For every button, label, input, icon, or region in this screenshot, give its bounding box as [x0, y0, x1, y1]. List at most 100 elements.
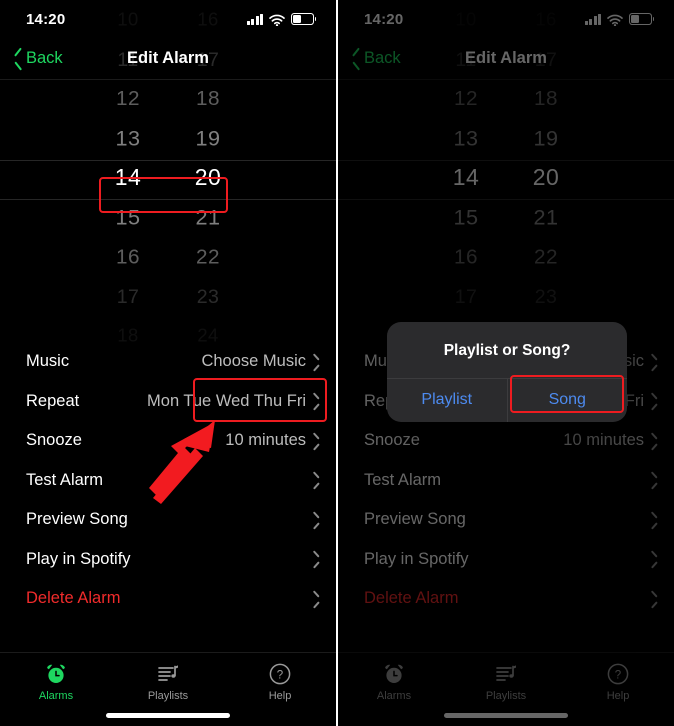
picker-item[interactable]: 16 — [430, 244, 502, 268]
list-row-preview-song[interactable]: Preview Song — [0, 500, 336, 540]
battery-icon — [291, 13, 317, 25]
minute-column[interactable]: 16 17 18 19 20 21 22 23 24 — [168, 9, 248, 346]
picker-item[interactable]: 18 — [510, 86, 582, 110]
list-row-music[interactable]: Music Choose Music — [0, 342, 336, 382]
dimmed-content-layer: 14:20 Back Edit Alarm 11 12 13 14 15 16 … — [338, 0, 674, 718]
picker-item[interactable]: 12 — [430, 86, 502, 110]
chevron-right-icon — [651, 592, 658, 605]
phone-screen-right: 14:20 Back Edit Alarm 11 12 13 14 15 16 … — [338, 0, 674, 726]
list-row-preview-song[interactable]: Preview Song — [338, 500, 674, 540]
list-row-delete-alarm[interactable]: Delete Alarm — [338, 579, 674, 619]
row-label: Play in Spotify — [364, 549, 469, 568]
alarm-clock-icon — [382, 662, 406, 686]
list-row-repeat[interactable]: Repeat Mon Tue Wed Thu Fri — [0, 382, 336, 422]
picker-item[interactable]: 23 — [512, 285, 580, 308]
picker-item[interactable]: 17 — [174, 48, 242, 71]
tab-help[interactable]: ? Help — [562, 662, 674, 702]
status-time: 14:20 — [364, 10, 404, 28]
picker-item[interactable]: 22 — [172, 244, 244, 268]
time-picker[interactable]: 101112131415161718 161718192021222324 — [338, 48, 674, 338]
playlist-or-song-dialog: Playlist or Song? Playlist Song — [387, 322, 627, 422]
playlist-button[interactable]: Playlist — [387, 379, 507, 422]
picker-item-selected[interactable]: 20 — [168, 164, 248, 191]
tab-alarms[interactable]: Alarms — [338, 662, 450, 702]
status-bar: 14:20 — [0, 0, 336, 38]
picker-item[interactable]: 10 — [434, 9, 498, 31]
row-label: Test Alarm — [364, 470, 442, 489]
picker-item[interactable]: 17 — [512, 48, 580, 71]
chevron-right-icon — [651, 513, 658, 526]
picker-item[interactable]: 16 — [176, 9, 240, 31]
two-panel-screenshot: 14:20 Back Edit Alarm 10 11 12 13 14 15 … — [0, 0, 674, 726]
chevron-right-icon — [313, 513, 320, 526]
picker-item-selected[interactable]: 14 — [426, 164, 506, 191]
home-indicator — [444, 713, 568, 718]
chevron-right-icon — [313, 355, 320, 368]
list-row-play-in-spotify[interactable]: Play in Spotify — [0, 540, 336, 580]
list-row-snooze[interactable]: Snooze 10 minutes — [338, 421, 674, 461]
tab-help[interactable]: ? Help — [224, 662, 336, 702]
song-button[interactable]: Song — [506, 379, 628, 422]
picker-item[interactable]: 12 — [92, 86, 164, 110]
picker-item[interactable]: 13 — [428, 125, 503, 150]
row-value: Choose Music — [201, 352, 306, 371]
picker-item[interactable]: 11 — [94, 48, 162, 71]
svg-text:?: ? — [615, 670, 621, 682]
picker-item[interactable]: 19 — [170, 125, 245, 150]
picker-item[interactable]: 15 — [90, 204, 165, 229]
list-row-test-alarm[interactable]: Test Alarm — [0, 461, 336, 501]
picker-item[interactable]: 19 — [508, 125, 583, 150]
tab-playlists[interactable]: Playlists — [450, 662, 562, 702]
picker-item[interactable]: 16 — [92, 244, 164, 268]
tab-label: Alarms — [376, 690, 412, 702]
playlist-music-icon — [494, 662, 518, 686]
picker-item[interactable]: 13 — [90, 125, 165, 150]
picker-item[interactable]: 16 — [514, 9, 578, 31]
tab-alarms[interactable]: Alarms — [0, 662, 112, 702]
tab-label: Alarms — [38, 690, 74, 702]
picker-item[interactable]: 15 — [428, 204, 503, 229]
list-row-test-alarm[interactable]: Test Alarm — [338, 461, 674, 501]
time-picker[interactable]: 10 11 12 13 14 15 16 17 18 16 17 18 19 20 21 22 23 24 — [0, 9, 336, 346]
list-row-play-in-spotify[interactable]: Play in Spotify — [338, 540, 674, 580]
picker-item[interactable]: 22 — [510, 244, 582, 268]
nav-bar: Back Edit Alarm — [0, 38, 336, 80]
tab-label: Help — [606, 690, 630, 702]
home-indicator — [106, 713, 230, 718]
list-row-delete-alarm[interactable]: Delete Alarm — [0, 579, 336, 619]
back-button[interactable]: Back — [352, 49, 401, 68]
row-label: Snooze — [364, 431, 420, 450]
minute-column[interactable]: 161718192021222324 — [506, 48, 586, 338]
picker-item-selected[interactable]: 14 — [88, 164, 168, 191]
dialog-actions: Playlist Song — [387, 378, 627, 422]
picker-item[interactable]: 23 — [174, 285, 242, 308]
picker-item[interactable]: 10 — [96, 9, 160, 31]
status-bar: 14:20 — [338, 0, 674, 38]
chevron-right-icon — [313, 474, 320, 487]
picker-item[interactable]: 11 — [432, 48, 500, 71]
picker-item[interactable]: 21 — [508, 204, 583, 229]
hour-column[interactable]: 10 11 12 13 14 15 16 17 18 — [88, 9, 168, 346]
svg-text:?: ? — [277, 670, 283, 682]
back-button[interactable]: Back — [14, 49, 63, 68]
chevron-right-icon — [651, 434, 658, 447]
playlist-music-icon — [156, 662, 180, 686]
picker-item[interactable]: 17 — [432, 285, 500, 308]
dialog-title: Playlist or Song? — [443, 342, 571, 359]
question-mark-circle-icon: ? — [606, 662, 630, 686]
hour-column[interactable]: 101112131415161718 — [426, 48, 506, 338]
list-row-snooze[interactable]: Snooze 10 minutes — [0, 421, 336, 461]
picker-item[interactable]: 21 — [170, 204, 245, 229]
tab-playlists[interactable]: Playlists — [112, 662, 224, 702]
chevron-right-icon — [313, 592, 320, 605]
picker-item[interactable]: 24 — [176, 325, 240, 347]
picker-item[interactable]: 17 — [94, 285, 162, 308]
picker-item[interactable]: 18 — [172, 86, 244, 110]
picker-item-selected[interactable]: 20 — [506, 164, 586, 191]
cellular-signal-icon — [584, 13, 601, 25]
chevron-right-icon — [313, 553, 320, 566]
picker-item[interactable]: 18 — [96, 325, 160, 347]
chevron-right-icon — [651, 395, 658, 408]
status-icons — [246, 13, 317, 27]
row-label: Snooze — [26, 431, 82, 450]
